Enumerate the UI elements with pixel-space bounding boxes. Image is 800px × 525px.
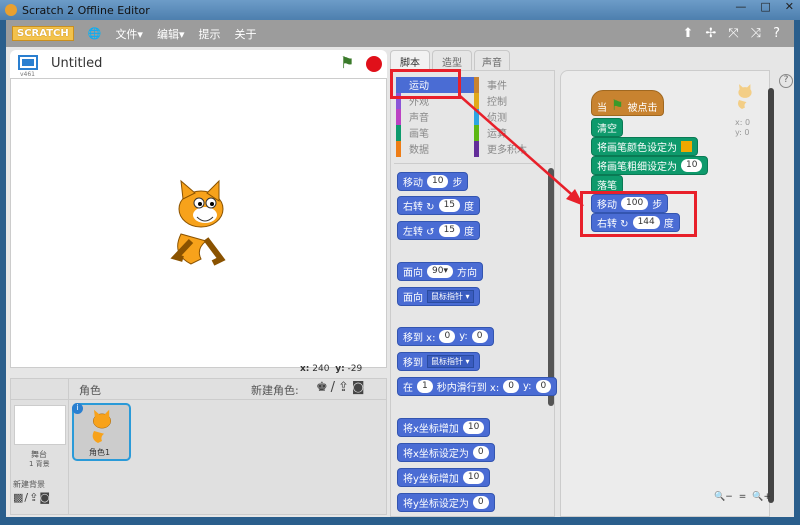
annotation-arrow: [459, 95, 584, 206]
